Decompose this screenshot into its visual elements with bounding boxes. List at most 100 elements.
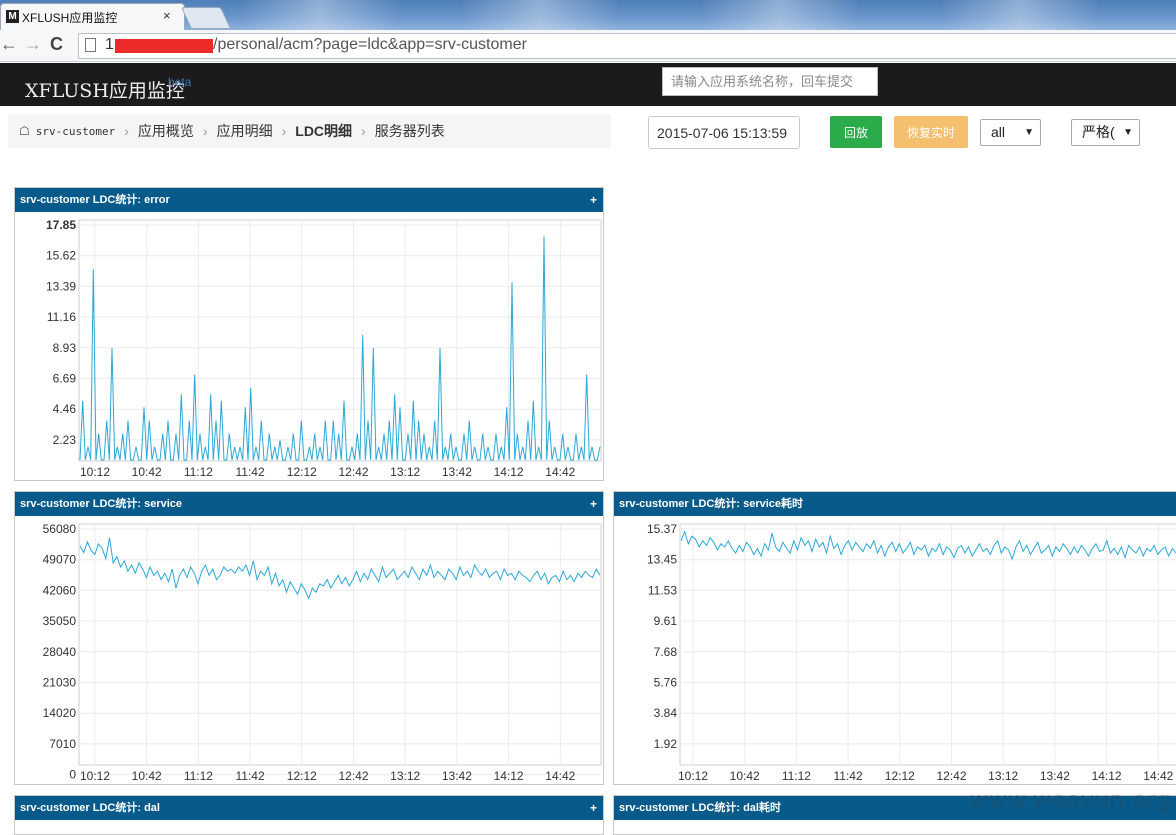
y-tick-label: 35050 xyxy=(43,614,77,628)
x-tick-label: 13:12 xyxy=(988,769,1018,783)
y-tick-label: 15.62 xyxy=(46,249,76,263)
x-tick-label: 11:12 xyxy=(184,769,213,783)
x-tick-label: 14:12 xyxy=(494,769,524,783)
y-tick-label: 8.93 xyxy=(53,341,77,355)
y-tick-label: 11.53 xyxy=(648,583,677,597)
panel-title: srv-customer LDC统计: service xyxy=(20,498,183,510)
breadcrumb-item-overview[interactable]: 应用概览 xyxy=(138,121,194,141)
x-tick-label: 11:42 xyxy=(236,769,265,783)
x-tick-label: 14:42 xyxy=(1143,769,1173,783)
breadcrumb-separator: › xyxy=(124,123,129,139)
mode-select[interactable]: 严格( ▼ xyxy=(1071,119,1140,146)
browser-tab[interactable]: M XFLUSH应用监控 × xyxy=(0,3,185,30)
panel-header: srv-customer LDC统计: service耗时 xyxy=(614,492,1176,516)
x-tick-label: 10:42 xyxy=(132,465,162,479)
breadcrumb-item-app[interactable]: srv-customer xyxy=(36,125,115,138)
x-tick-label: 13:42 xyxy=(442,769,472,783)
y-tick-label: 7010 xyxy=(49,737,76,751)
service-chart: 56080 49070 42060 35050 28040 21030 14020 7010 0… xyxy=(43,522,602,783)
y-tick-label: 13.39 xyxy=(46,279,76,293)
error-chart: 17.85 15.62 13.39 11.16 8.93 6.69 4.46 2.23 10:1… xyxy=(46,218,602,479)
x-tick-label: 14:12 xyxy=(1092,769,1122,783)
y-tick-label: 49070 xyxy=(43,553,77,567)
x-tick-label: 14:42 xyxy=(545,465,575,479)
x-tick-label: 10:42 xyxy=(730,769,760,783)
x-tick-label: 14:42 xyxy=(545,769,575,783)
y-tick-label: 5.76 xyxy=(654,676,678,690)
expand-plus-icon[interactable]: + xyxy=(590,492,597,516)
app-header: XFLUSH应用监控 beta xyxy=(0,63,1176,106)
series-line xyxy=(79,537,601,600)
x-tick-label: 10:12 xyxy=(678,769,708,783)
panel-header: srv-customer LDC统计: dal + xyxy=(15,796,603,820)
y-tick-label: 3.84 xyxy=(654,706,678,720)
y-tick-label: 6.69 xyxy=(53,372,77,386)
x-tick-label: 12:42 xyxy=(936,769,966,783)
breadcrumb-separator: › xyxy=(281,123,287,139)
breadcrumb: ☖ srv-customer › 应用概览 › 应用明细 › LDC明细 › 服… xyxy=(8,114,611,148)
series-line xyxy=(680,530,1176,561)
y-tick-label: 11.16 xyxy=(47,310,76,324)
y-tick-label: 42060 xyxy=(43,583,77,597)
mode-select-value: 严格( xyxy=(1082,124,1115,140)
panel-header: srv-customer LDC统计: service + xyxy=(15,492,603,516)
panel-title: srv-customer LDC统计: dal耗时 xyxy=(619,802,781,814)
x-tick-label: 10:42 xyxy=(132,769,162,783)
favicon-icon: M xyxy=(6,10,19,23)
chart-panel-service-cost: srv-customer LDC统计: service耗时 15.37 13.45… xyxy=(613,491,1176,785)
y-tick-label: 1.92 xyxy=(654,737,678,751)
watermark-logo: www.wooyun.org xyxy=(970,788,1172,813)
x-tick-label: 13:42 xyxy=(442,465,472,479)
panel-title: srv-customer LDC统计: service耗时 xyxy=(619,498,804,510)
y-tick-label: 56080 xyxy=(43,522,77,536)
chart-panel-service: srv-customer LDC统计: service + 56080 49070… xyxy=(14,491,604,785)
caret-down-icon: ▼ xyxy=(1123,127,1133,138)
x-tick-label: 14:12 xyxy=(494,465,524,479)
url-prefix: 1 xyxy=(105,36,114,53)
x-tick-label: 12:42 xyxy=(338,769,368,783)
time-input[interactable] xyxy=(648,116,800,149)
panel-title: srv-customer LDC统计: dal xyxy=(20,802,160,814)
y-tick-label: 7.68 xyxy=(654,645,678,659)
url-text: /personal/acm?page=ldc&app=srv-customer xyxy=(213,36,527,53)
beta-badge: beta xyxy=(168,75,192,89)
breadcrumb-separator: › xyxy=(202,123,208,139)
expand-plus-icon[interactable]: + xyxy=(590,796,597,820)
breadcrumb-item-ldc[interactable]: LDC明细 xyxy=(295,121,352,141)
y-tick-label: 14020 xyxy=(43,706,77,720)
x-tick-label: 10:12 xyxy=(80,769,110,783)
scope-select-value: all xyxy=(991,124,1006,140)
scope-select[interactable]: all ▼ xyxy=(980,119,1041,146)
y-tick-label: 0 xyxy=(69,768,76,782)
y-tick-label: 17.85 xyxy=(46,218,76,232)
x-tick-label: 13:12 xyxy=(390,769,420,783)
app-brand[interactable]: XFLUSH应用监控 xyxy=(25,76,185,103)
back-arrow-icon[interactable]: ← xyxy=(0,34,18,55)
new-tab-button[interactable] xyxy=(180,7,232,29)
home-icon[interactable]: ☖ xyxy=(19,124,30,138)
redaction-bar xyxy=(115,39,213,53)
breadcrumb-item-servers[interactable]: 服务器列表 xyxy=(375,121,445,141)
y-tick-label: 9.61 xyxy=(654,614,678,628)
x-tick-label: 11:12 xyxy=(782,769,811,783)
replay-button[interactable]: 回放 xyxy=(830,116,882,148)
close-icon[interactable]: × xyxy=(163,8,171,23)
y-tick-label: 28040 xyxy=(43,645,77,659)
realtime-button[interactable]: 恢复实时 xyxy=(894,116,968,148)
x-tick-label: 13:42 xyxy=(1040,769,1070,783)
breadcrumb-item-detail[interactable]: 应用明细 xyxy=(217,121,273,141)
chart-panel-dal: srv-customer LDC统计: dal + xyxy=(14,795,604,835)
reload-icon[interactable]: C xyxy=(50,34,63,55)
x-tick-label: 12:12 xyxy=(287,769,317,783)
forward-arrow-icon[interactable]: → xyxy=(24,34,42,55)
y-tick-label: 15.37 xyxy=(647,522,677,536)
service-cost-chart: 15.37 13.45 11.53 9.61 7.68 5.76 3.84 1.92 10:12… xyxy=(647,522,1176,783)
url-field[interactable]: 1 /personal/acm?page=ldc&app=srv-custome… xyxy=(78,33,1176,59)
address-bar: ← → C 1 /personal/acm?page=ldc&app=srv-c… xyxy=(0,30,1176,62)
page-icon xyxy=(85,38,96,52)
expand-plus-icon[interactable]: + xyxy=(590,188,597,212)
app-search-input[interactable] xyxy=(662,67,878,96)
y-tick-label: 2.23 xyxy=(53,433,77,447)
caret-down-icon: ▼ xyxy=(1024,127,1034,138)
x-tick-label: 12:12 xyxy=(287,465,317,479)
